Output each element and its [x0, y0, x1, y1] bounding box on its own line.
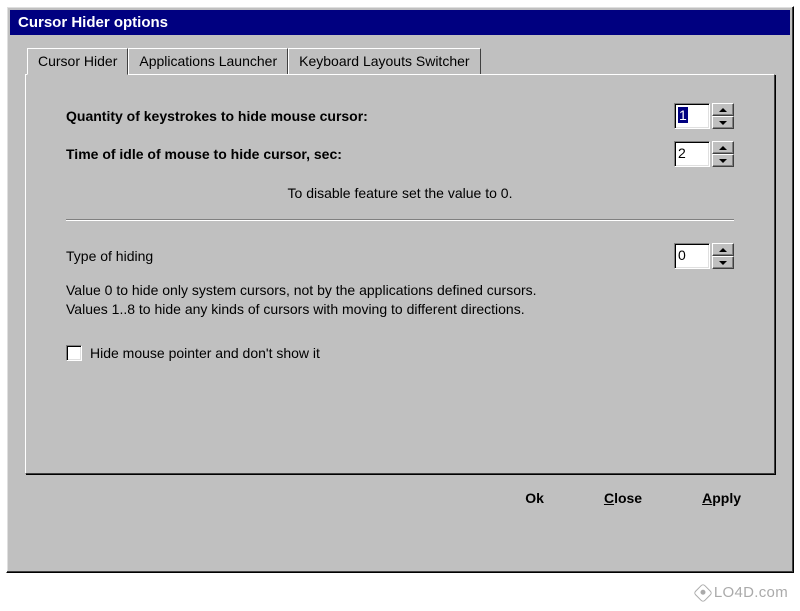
close-button[interactable]: Close [604, 490, 642, 506]
tab-label: Applications Launcher [139, 53, 277, 69]
apply-accel: A [702, 490, 712, 506]
hiding-type-value: 0 [678, 247, 686, 263]
hiding-type-label: Type of hiding [66, 248, 674, 264]
desc-line2: Values 1..8 to hide any kinds of cursors… [66, 301, 525, 317]
apply-rest: pply [712, 490, 741, 506]
arrow-down-icon [719, 121, 727, 125]
idle-label: Time of idle of mouse to hide cursor, se… [66, 146, 674, 162]
arrow-up-icon [719, 108, 727, 112]
hiding-type-spin-down[interactable] [712, 256, 734, 269]
hiding-type-spin-up[interactable] [712, 243, 734, 256]
desc-line1: Value 0 to hide only system cursors, not… [66, 282, 537, 298]
apply-button[interactable]: Apply [702, 490, 741, 506]
keystrokes-spin-down[interactable] [712, 116, 734, 129]
watermark-text: LO4D.com [714, 584, 788, 601]
row-keystrokes: Quantity of keystrokes to hide mouse cur… [66, 103, 734, 129]
hide-pointer-checkbox[interactable] [66, 345, 82, 361]
arrow-up-icon [719, 146, 727, 150]
idle-spin-buttons [712, 141, 734, 167]
keystrokes-spin-up[interactable] [712, 103, 734, 116]
titlebar: Cursor Hider options [10, 10, 790, 35]
tab-cursor-hider[interactable]: Cursor Hider [27, 48, 128, 75]
watermark: LO4D.com [696, 584, 788, 601]
separator [66, 219, 734, 221]
hiding-type-description: Value 0 to hide only system cursors, not… [66, 281, 734, 319]
hiding-type-input[interactable]: 0 [674, 243, 710, 269]
tab-strip: Cursor Hider Applications Launcher Keybo… [27, 48, 775, 74]
content-area: Cursor Hider Applications Launcher Keybo… [7, 38, 793, 518]
hiding-type-spin-buttons [712, 243, 734, 269]
hide-pointer-label: Hide mouse pointer and don't show it [90, 345, 320, 361]
idle-input[interactable]: 2 [674, 141, 710, 167]
keystrokes-spinner: 1 [674, 103, 734, 129]
hiding-type-spinner: 0 [674, 243, 734, 269]
disable-hint: To disable feature set the value to 0. [66, 185, 734, 201]
row-idle: Time of idle of mouse to hide cursor, se… [66, 141, 734, 167]
keystrokes-spin-buttons [712, 103, 734, 129]
idle-spin-down[interactable] [712, 154, 734, 167]
hide-pointer-row: Hide mouse pointer and don't show it [66, 345, 734, 361]
row-hiding-type: Type of hiding 0 [66, 243, 734, 269]
tab-label: Cursor Hider [38, 53, 117, 69]
idle-spin-up[interactable] [712, 141, 734, 154]
ok-button[interactable]: Ok [525, 490, 544, 506]
arrow-down-icon [719, 159, 727, 163]
watermark-icon [693, 583, 713, 603]
close-rest: lose [614, 490, 642, 506]
arrow-down-icon [719, 261, 727, 265]
ok-label: Ok [525, 490, 544, 506]
keystrokes-input[interactable]: 1 [674, 103, 710, 129]
keystrokes-label: Quantity of keystrokes to hide mouse cur… [66, 108, 674, 124]
dialog-window: Cursor Hider options Cursor Hider Applic… [6, 6, 794, 573]
tab-keyboard-layouts-switcher[interactable]: Keyboard Layouts Switcher [288, 48, 480, 74]
close-accel: C [604, 490, 614, 506]
keystrokes-value: 1 [678, 107, 688, 123]
tab-panel-cursor-hider: Quantity of keystrokes to hide mouse cur… [25, 74, 775, 474]
tab-label: Keyboard Layouts Switcher [299, 53, 469, 69]
idle-value: 2 [678, 145, 686, 161]
tab-applications-launcher[interactable]: Applications Launcher [128, 48, 288, 74]
arrow-up-icon [719, 248, 727, 252]
window-title: Cursor Hider options [18, 14, 168, 31]
dialog-buttons: Ok Close Apply [25, 474, 775, 512]
idle-spinner: 2 [674, 141, 734, 167]
